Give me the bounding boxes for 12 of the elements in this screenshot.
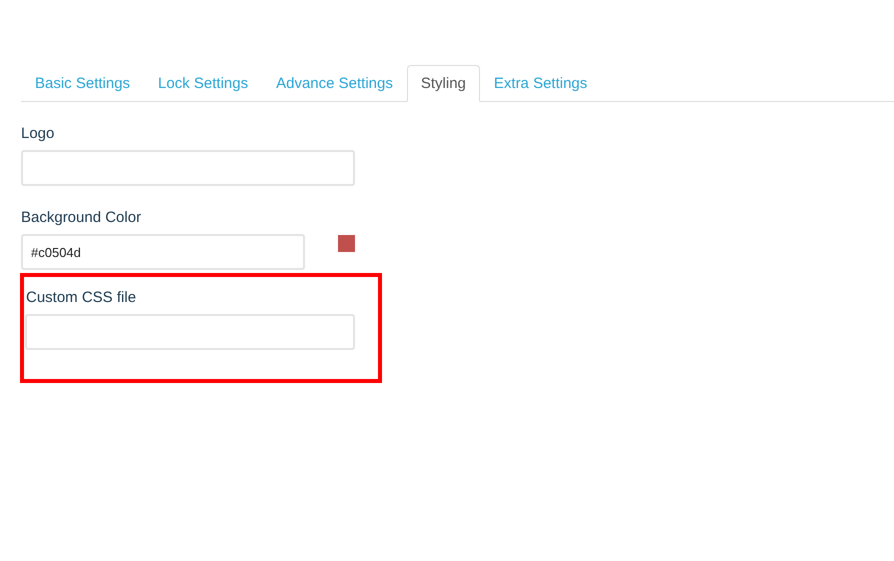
settings-tab[interactable]: Basic Settings: [21, 65, 144, 102]
field-label: Custom CSS file: [26, 289, 138, 306]
color-input-field[interactable]: #c0504d: [21, 234, 305, 270]
settings-tab[interactable]: Lock Settings: [144, 65, 262, 102]
settings-tab[interactable]: Styling: [406, 65, 480, 102]
field-label: Background Color: [21, 209, 142, 226]
input-field[interactable]: [25, 314, 355, 350]
input-field[interactable]: [21, 150, 355, 186]
color-swatch[interactable]: [338, 235, 355, 252]
settings-tab[interactable]: Advance Settings: [262, 65, 407, 102]
settings-tab[interactable]: Extra Settings: [480, 65, 602, 102]
field-label: Logo: [21, 125, 56, 142]
